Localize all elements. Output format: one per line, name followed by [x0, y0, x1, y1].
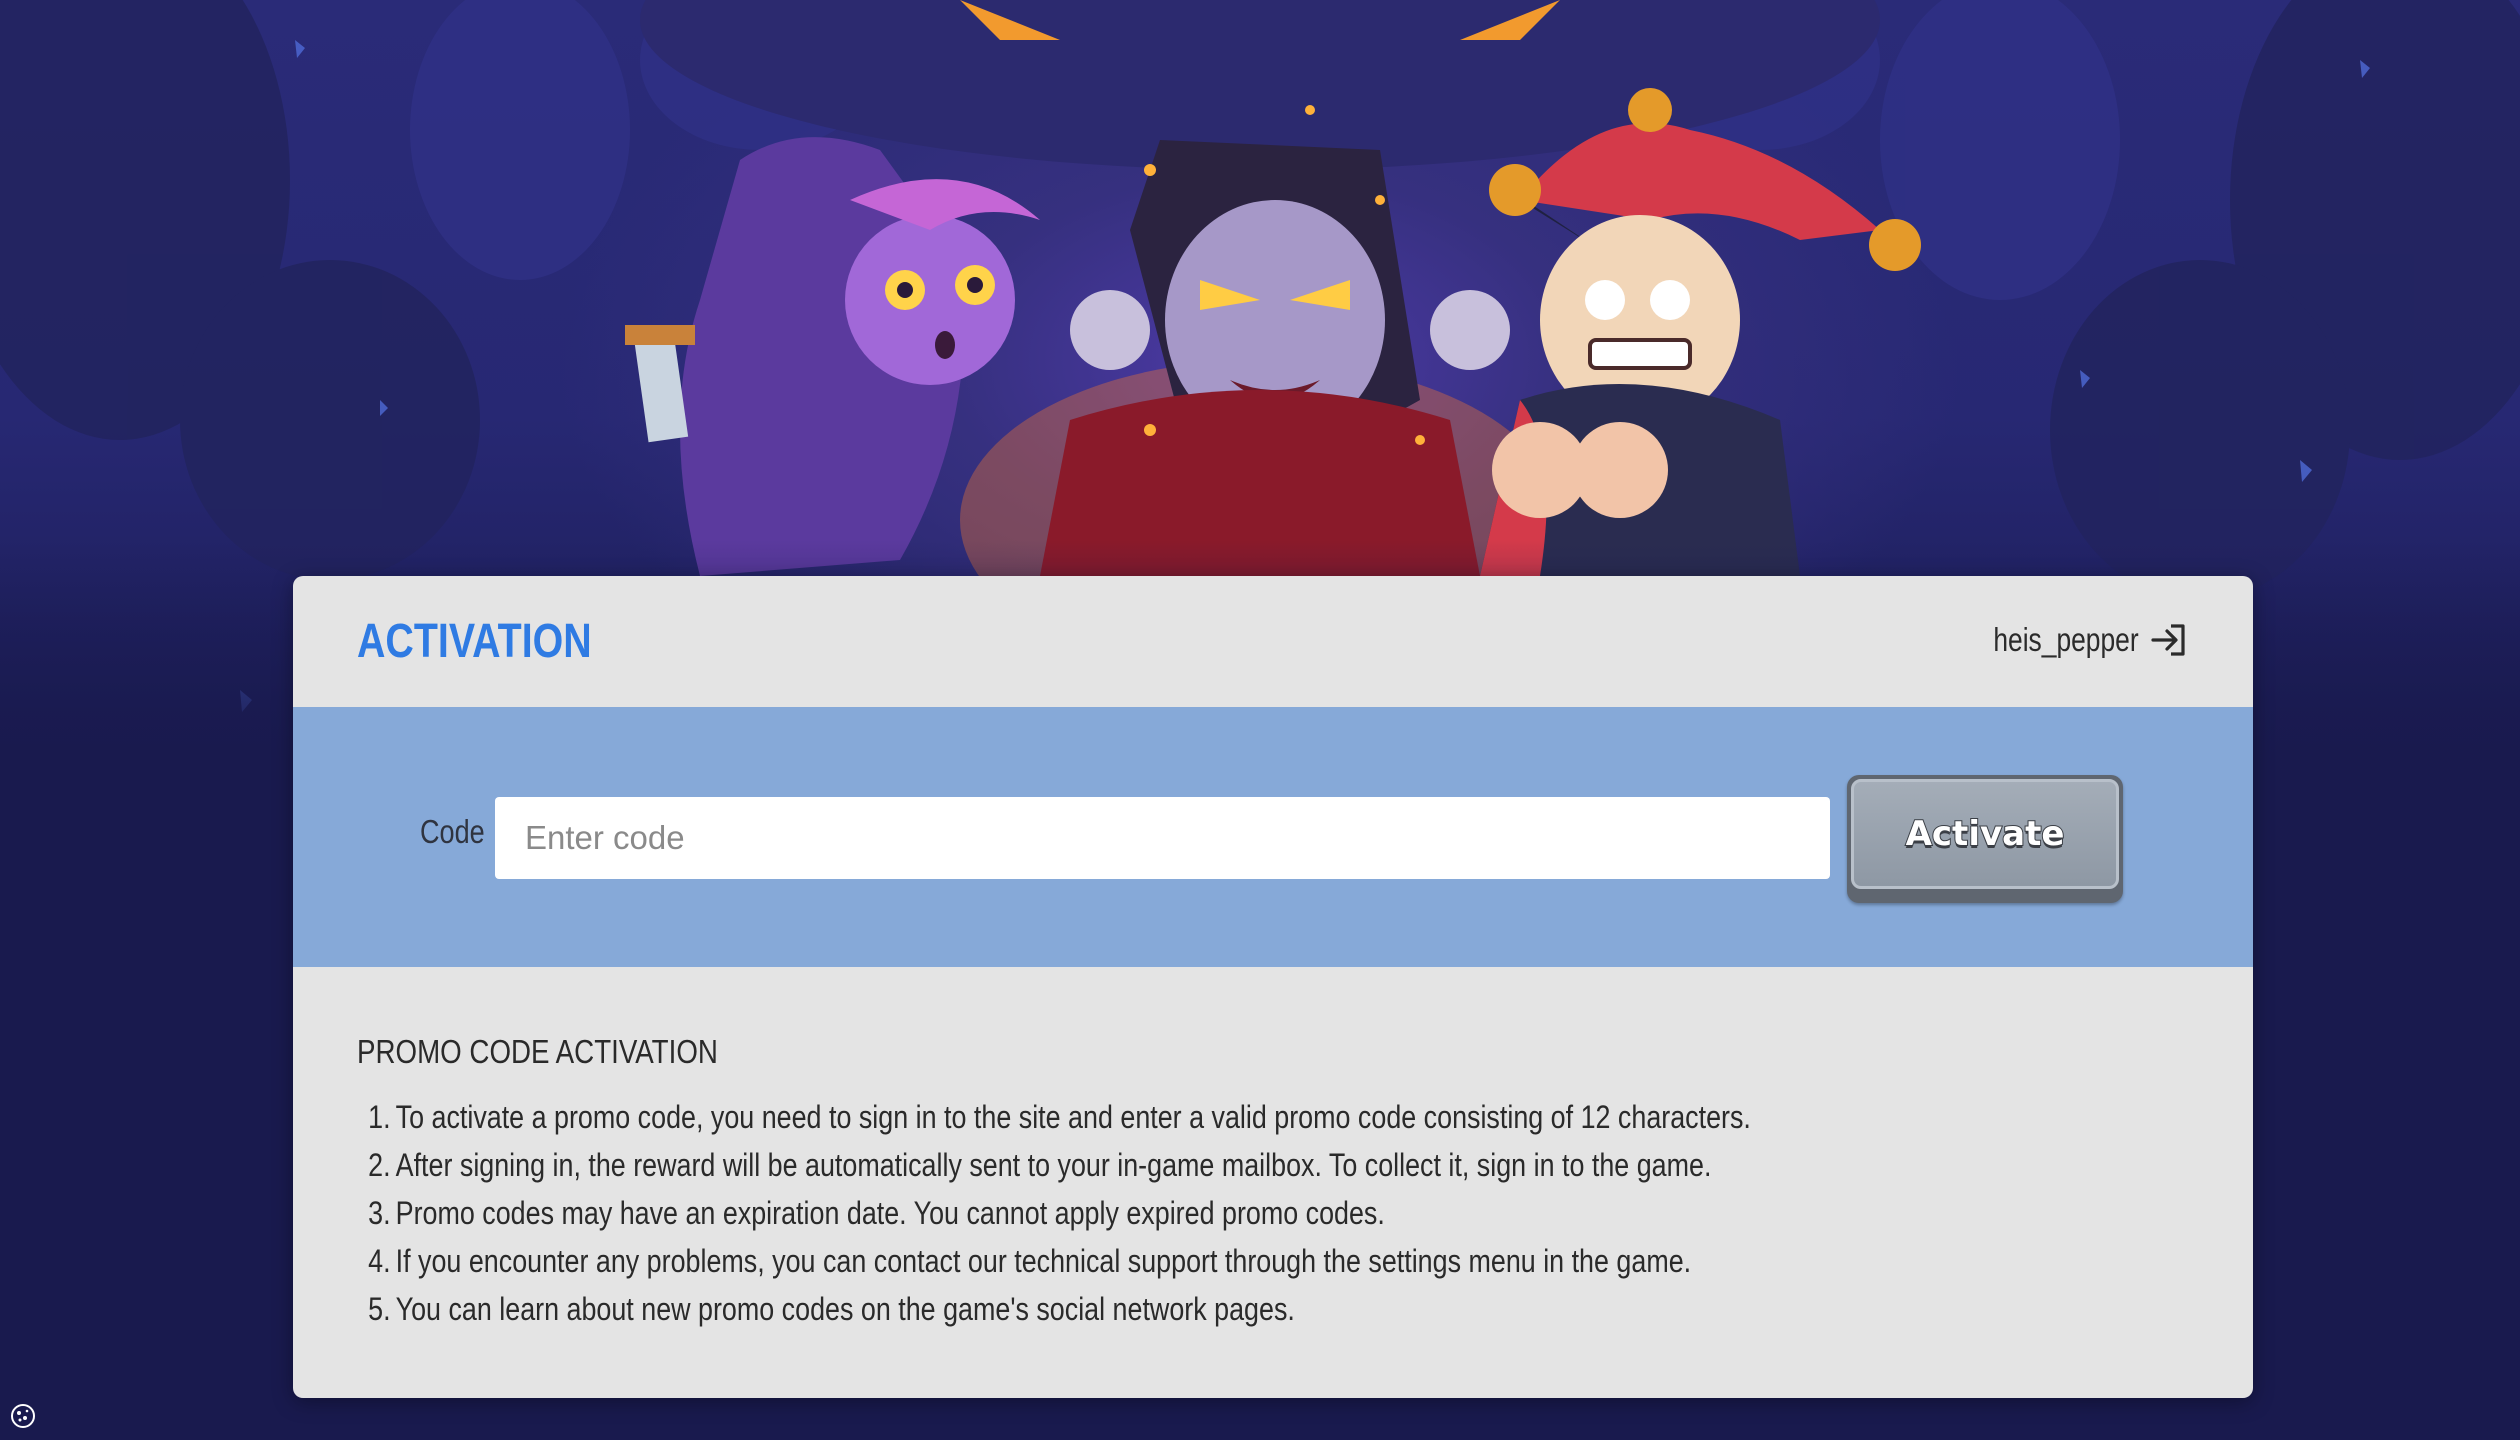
- list-text: To activate a promo code, you need to si…: [395, 1099, 1751, 1135]
- list-number: 2.: [368, 1147, 391, 1183]
- list-number: 4.: [368, 1243, 391, 1279]
- list-number: 1.: [368, 1099, 391, 1135]
- promo-info: PROMO CODE ACTIVATION 1. To activate a pr…: [293, 967, 2253, 1333]
- card-header: ACTIVATION heis_pepper: [293, 576, 2253, 707]
- list-text: If you encounter any problems, you can c…: [395, 1243, 1692, 1279]
- list-item: 5. You can learn about new promo codes on…: [357, 1285, 1896, 1333]
- code-label: Code: [420, 813, 485, 850]
- list-text: After signing in, the reward will be aut…: [395, 1147, 1712, 1183]
- page-title: ACTIVATION: [357, 615, 592, 668]
- list-item: 2. After signing in, the reward will be a…: [357, 1141, 1896, 1189]
- list-text: You can learn about new promo codes on t…: [395, 1291, 1295, 1327]
- info-list: 1. To activate a promo code, you need to …: [357, 1093, 2189, 1333]
- list-number: 3.: [368, 1195, 391, 1231]
- activate-button-face: Activate: [1851, 779, 2119, 889]
- info-title: PROMO CODE ACTIVATION: [357, 1033, 718, 1070]
- code-input[interactable]: [495, 797, 1830, 879]
- list-item: 4. If you encounter any problems, you can…: [357, 1237, 1896, 1285]
- list-item: 1. To activate a promo code, you need to …: [357, 1093, 1896, 1141]
- cookie-icon[interactable]: [10, 1403, 36, 1429]
- page: ACTIVATION heis_pepper Code Activate: [0, 0, 2520, 1440]
- list-item: 3. Promo codes may have an expiration dat…: [357, 1189, 1896, 1237]
- activate-button-label: Activate: [1905, 813, 2066, 855]
- activation-card: ACTIVATION heis_pepper Code Activate: [293, 576, 2253, 1398]
- user-area: heis_pepper: [1957, 620, 2189, 660]
- activate-button[interactable]: Activate: [1847, 775, 2123, 903]
- list-number: 5.: [368, 1291, 391, 1327]
- username: heis_pepper: [1993, 621, 2139, 658]
- logout-arrow-icon[interactable]: [2149, 620, 2189, 660]
- code-form: Code Activate: [293, 707, 2253, 967]
- list-text: Promo codes may have an expiration date.…: [395, 1195, 1385, 1231]
